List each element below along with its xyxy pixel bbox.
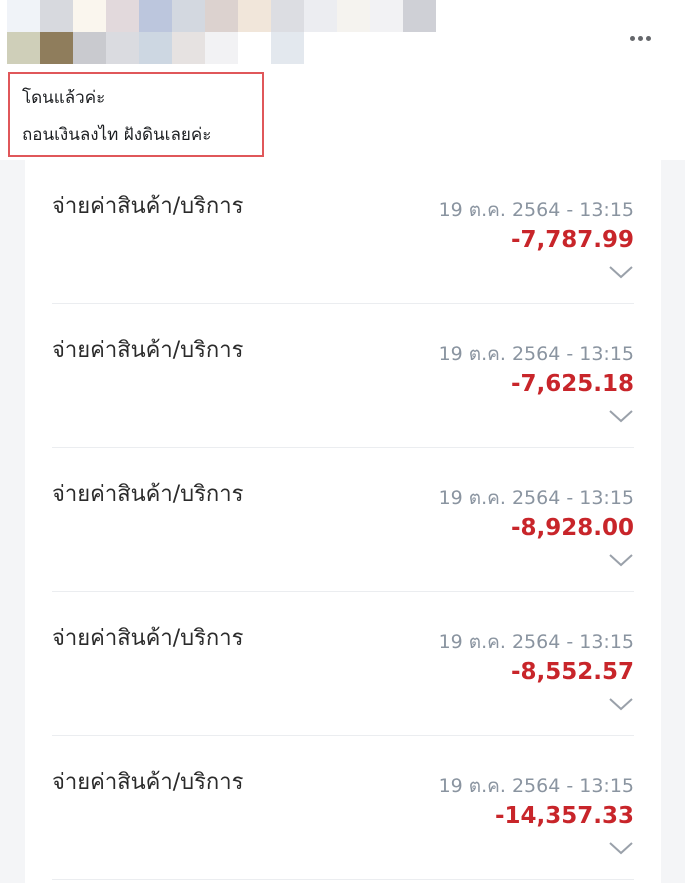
mosaic-cell bbox=[271, 0, 304, 32]
mosaic-cell bbox=[238, 32, 271, 64]
mosaic-cell bbox=[271, 32, 304, 64]
mosaic-cell bbox=[172, 32, 205, 64]
chevron-down-icon[interactable] bbox=[608, 552, 634, 568]
mosaic-cell bbox=[139, 0, 172, 32]
mosaic-cell bbox=[403, 0, 436, 32]
more-horizontal-icon bbox=[629, 35, 635, 41]
transaction-amount: -8,928.00 bbox=[510, 515, 634, 541]
mosaic-cell bbox=[304, 0, 337, 32]
mosaic-cell bbox=[337, 0, 370, 32]
caption-line-1: โดนแล้วค่ะ bbox=[22, 88, 106, 108]
mosaic-cell bbox=[205, 0, 238, 32]
chevron-down-icon[interactable] bbox=[608, 408, 634, 424]
transaction-datetime: 19 ต.ค. 2564 - 13:15 bbox=[438, 775, 634, 797]
mosaic-cell bbox=[238, 0, 271, 32]
transaction-amount: -8,552.57 bbox=[510, 659, 634, 685]
more-horizontal-icon bbox=[645, 35, 651, 41]
transaction-row[interactable]: จ่ายค่าสินค้า/บริการ 19 ต.ค. 2564 - 13:1… bbox=[52, 448, 634, 592]
chevron-down-icon[interactable] bbox=[608, 696, 634, 712]
transaction-title: จ่ายค่าสินค้า/บริการ bbox=[52, 194, 244, 219]
mosaic-cell bbox=[40, 32, 73, 64]
transaction-amount: -7,625.18 bbox=[510, 371, 634, 397]
transaction-row[interactable]: จ่ายค่าสินค้า/บริการ 19 ต.ค. 2564 - 13:1… bbox=[52, 736, 634, 880]
transaction-row[interactable]: จ่ายค่าสินค้า/บริการ 19 ต.ค. 2564 - 13:1… bbox=[52, 304, 634, 448]
transaction-amount: -14,357.33 bbox=[494, 803, 634, 829]
mosaic-cell bbox=[106, 32, 139, 64]
more-options-button[interactable] bbox=[622, 26, 658, 50]
chevron-down-icon[interactable] bbox=[608, 840, 634, 856]
transaction-title: จ่ายค่าสินค้า/บริการ bbox=[52, 770, 244, 795]
transaction-title: จ่ายค่าสินค้า/บริการ bbox=[52, 626, 244, 651]
chevron-down-icon[interactable] bbox=[608, 264, 634, 280]
more-horizontal-icon bbox=[637, 35, 643, 41]
mosaic-cell bbox=[106, 0, 139, 32]
blurred-profile-mosaic bbox=[7, 0, 436, 64]
transaction-datetime: 19 ต.ค. 2564 - 13:15 bbox=[438, 487, 634, 509]
transaction-datetime: 19 ต.ค. 2564 - 13:15 bbox=[438, 199, 634, 221]
mosaic-cell bbox=[73, 32, 106, 64]
transaction-row[interactable]: จ่ายค่าสินค้า/บริการ 19 ต.ค. 2564 - 13:1… bbox=[52, 160, 634, 304]
mosaic-cell bbox=[73, 0, 106, 32]
mosaic-cell bbox=[205, 32, 238, 64]
mosaic-cell bbox=[7, 32, 40, 64]
transaction-datetime: 19 ต.ค. 2564 - 13:15 bbox=[438, 631, 634, 653]
transaction-title: จ่ายค่าสินค้า/บริการ bbox=[52, 338, 244, 363]
caption-line-2: ถอนเงินลงไท ฝังดินเลยค่ะ bbox=[22, 125, 212, 145]
mosaic-cell bbox=[172, 0, 205, 32]
transaction-amount: -7,787.99 bbox=[510, 227, 634, 253]
post-header: โดนแล้วค่ะ ถอนเงินลงไท ฝังดินเลยค่ะ bbox=[0, 0, 685, 160]
transaction-row[interactable]: จ่ายค่าสินค้า/บริการ 19 ต.ค. 2564 - 13:1… bbox=[52, 592, 634, 736]
transaction-datetime: 19 ต.ค. 2564 - 13:15 bbox=[438, 343, 634, 365]
mosaic-cell bbox=[40, 0, 73, 32]
post-caption-highlight: โดนแล้วค่ะ ถอนเงินลงไท ฝังดินเลยค่ะ bbox=[8, 72, 264, 157]
mosaic-cell bbox=[139, 32, 172, 64]
transaction-list: จ่ายค่าสินค้า/บริการ 19 ต.ค. 2564 - 13:1… bbox=[25, 160, 661, 883]
post-image-transaction-screenshot[interactable]: จ่ายค่าสินค้า/บริการ 19 ต.ค. 2564 - 13:1… bbox=[0, 160, 685, 883]
mosaic-cell bbox=[7, 0, 40, 32]
transaction-title: จ่ายค่าสินค้า/บริการ bbox=[52, 482, 244, 507]
mosaic-cell bbox=[370, 0, 403, 32]
